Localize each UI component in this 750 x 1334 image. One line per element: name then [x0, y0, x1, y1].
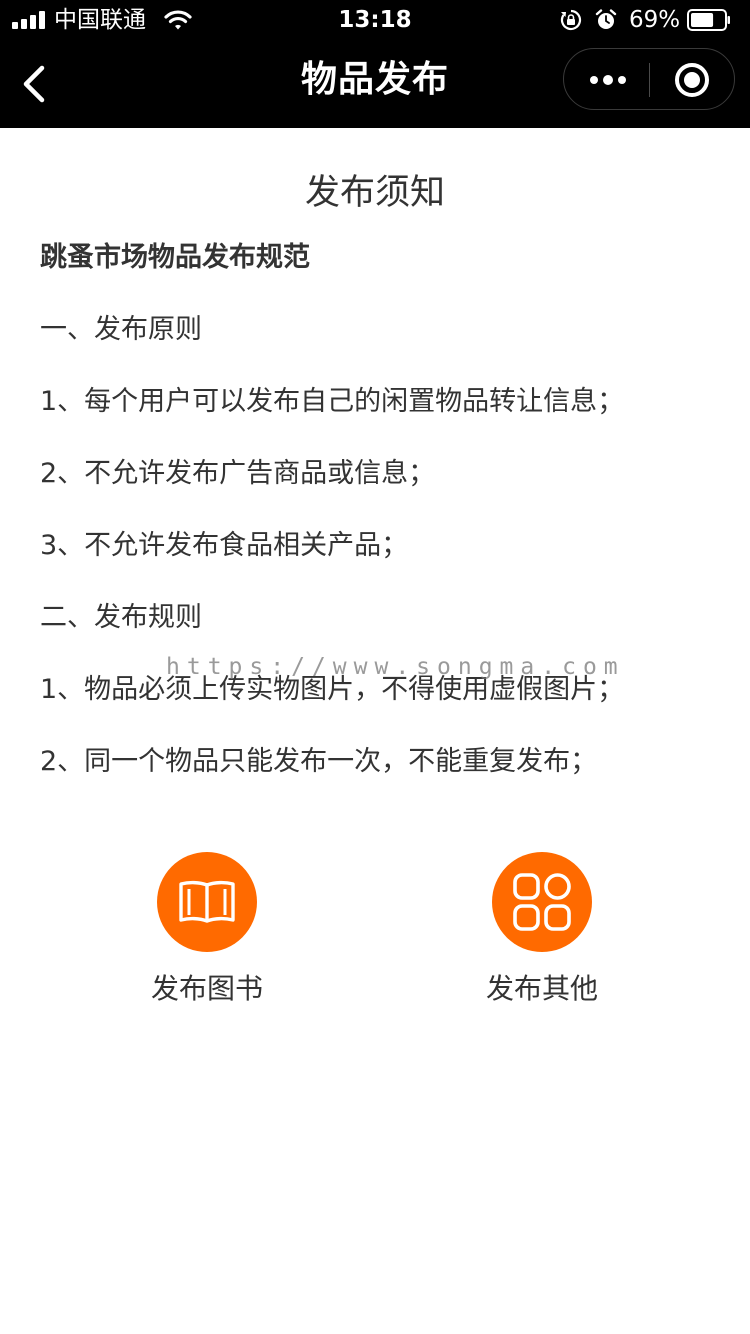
- publish-book-label: 发布图书: [150, 972, 263, 1005]
- rule-item: 3、不允许发布食品相关产品；: [40, 530, 409, 561]
- publish-other-circle[interactable]: [492, 852, 592, 952]
- section-title-rules: 二、发布规则: [40, 602, 202, 633]
- record-circle-icon[interactable]: [650, 49, 735, 111]
- notice-subtitle: 跳蚤市场物品发布规范: [40, 242, 310, 273]
- rule-item: 1、每个用户可以发布自己的闲置物品转让信息；: [40, 386, 625, 417]
- open-book-icon: [179, 880, 235, 923]
- grid-apps-icon: [513, 873, 571, 931]
- publish-other-button[interactable]: 发布其他: [442, 852, 642, 1012]
- battery-icon: [687, 9, 730, 31]
- publish-book-button[interactable]: 发布图书: [107, 852, 307, 1012]
- rule-item: 2、不允许发布广告商品或信息；: [40, 458, 436, 489]
- watermark-text: https://www.songma.com: [166, 654, 625, 680]
- battery-percent: 69%: [629, 7, 681, 33]
- notice-heading: 发布须知: [304, 173, 445, 213]
- rotation-lock-icon: [560, 9, 582, 31]
- menu-capsule: [563, 48, 735, 110]
- nav-bar: 物品发布: [0, 40, 750, 128]
- publish-book-circle[interactable]: [157, 852, 257, 952]
- more-dots-icon[interactable]: [564, 49, 649, 111]
- status-bar: 中国联通 13:18 69%: [0, 0, 750, 40]
- alarm-icon: [595, 9, 617, 29]
- publish-other-label: 发布其他: [485, 972, 598, 1005]
- rule-item: 2、同一个物品只能发布一次，不能重复发布；: [40, 746, 598, 777]
- section-title-principles: 一、发布原则: [40, 314, 202, 345]
